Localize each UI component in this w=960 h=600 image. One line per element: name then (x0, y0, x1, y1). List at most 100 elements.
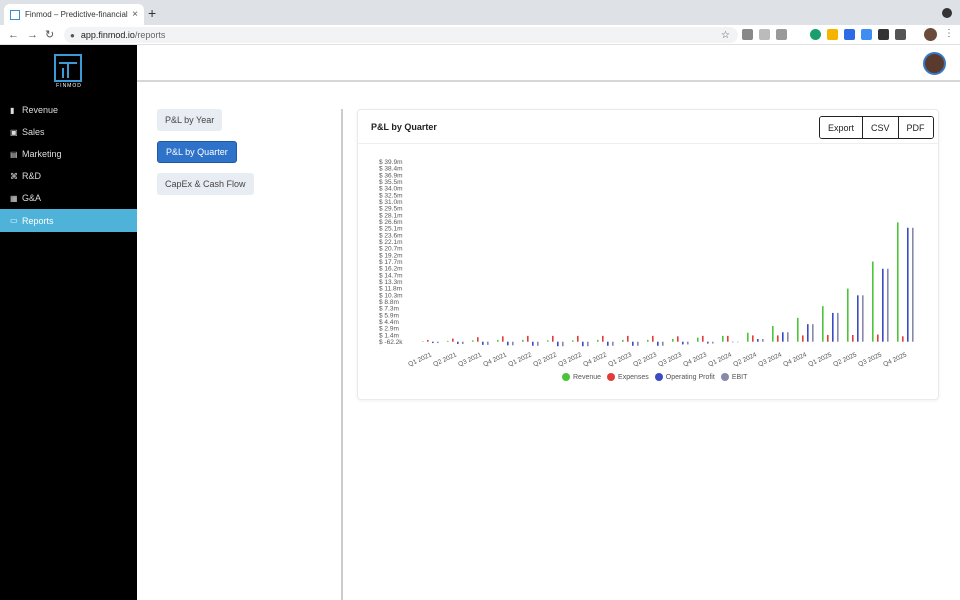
bar-operating-profit[interactable] (532, 341, 534, 346)
bar-operating-profit[interactable] (632, 341, 634, 346)
bar-ebit[interactable] (887, 268, 889, 342)
extension-icon[interactable] (742, 29, 753, 40)
bar-expenses[interactable] (702, 335, 704, 342)
bar-expenses[interactable] (752, 335, 754, 342)
extension-icon[interactable] (844, 29, 855, 40)
bar-expenses[interactable] (552, 335, 554, 342)
bar-revenue[interactable] (847, 288, 849, 342)
report-pl-by-quarter-button[interactable]: P&L by Quarter (157, 141, 237, 163)
sidebar-item-gna[interactable]: ▦ G&A (0, 187, 137, 209)
bar-expenses[interactable] (602, 335, 604, 342)
bar-operating-profit[interactable] (432, 341, 434, 344)
bar-revenue[interactable] (547, 340, 549, 342)
bar-ebit[interactable] (737, 341, 739, 343)
extension-icon[interactable] (861, 29, 872, 40)
bar-operating-profit[interactable] (907, 227, 909, 342)
bar-ebit[interactable] (587, 341, 589, 347)
bar-expenses[interactable] (852, 334, 854, 342)
bar-operating-profit[interactable] (757, 339, 759, 342)
bar-ebit[interactable] (812, 324, 814, 342)
bar-expenses[interactable] (727, 335, 729, 342)
sidebar-item-rnd[interactable]: ⌘ R&D (0, 165, 137, 187)
bar-revenue[interactable] (572, 340, 574, 342)
bar-operating-profit[interactable] (807, 324, 809, 342)
bar-expenses[interactable] (827, 334, 829, 342)
bar-ebit[interactable] (712, 341, 714, 344)
sidebar-item-sales[interactable]: ▣ Sales (0, 121, 137, 143)
bar-ebit[interactable] (687, 341, 689, 345)
user-avatar[interactable] (923, 52, 946, 75)
sidebar-item-reports[interactable]: ▭ Reports (0, 209, 137, 232)
bar-revenue[interactable] (447, 340, 449, 342)
bar-ebit[interactable] (787, 332, 789, 342)
legend-item-ebit[interactable]: EBIT (720, 373, 747, 381)
new-tab-button[interactable]: + (148, 6, 156, 20)
sidebar-item-revenue[interactable]: ▮ Revenue (0, 99, 137, 121)
bar-expenses[interactable] (477, 337, 479, 342)
grammarly-icon[interactable] (810, 29, 821, 40)
bar-ebit[interactable] (487, 341, 489, 345)
bar-operating-profit[interactable] (557, 341, 559, 347)
bar-expenses[interactable] (577, 335, 579, 342)
bar-revenue[interactable] (822, 306, 824, 342)
bar-revenue[interactable] (497, 339, 499, 342)
bar-revenue[interactable] (747, 332, 749, 342)
bar-revenue[interactable] (897, 222, 899, 342)
bar-operating-profit[interactable] (782, 332, 784, 342)
bar-revenue[interactable] (422, 341, 424, 342)
bar-ebit[interactable] (662, 341, 664, 346)
bar-ebit[interactable] (612, 341, 614, 346)
report-pl-by-year-button[interactable]: P&L by Year (157, 109, 223, 131)
bar-revenue[interactable] (522, 339, 524, 342)
bar-operating-profit[interactable] (607, 341, 609, 346)
browser-tab[interactable]: Finmod – Predictive-financial m × (4, 4, 144, 25)
bar-ebit[interactable] (512, 341, 514, 346)
bar-expenses[interactable] (427, 339, 429, 342)
bar-ebit[interactable] (762, 339, 764, 342)
bar-ebit[interactable] (537, 341, 539, 346)
bar-operating-profit[interactable] (482, 341, 484, 345)
bar-revenue[interactable] (647, 339, 649, 342)
bar-ebit[interactable] (562, 341, 564, 347)
sidebar-item-marketing[interactable]: ▤ Marketing (0, 143, 137, 165)
bar-operating-profit[interactable] (857, 295, 859, 342)
bar-expenses[interactable] (452, 338, 454, 342)
bar-operating-profit[interactable] (882, 268, 884, 342)
tab-search-icon[interactable] (942, 8, 952, 18)
bar-expenses[interactable] (627, 335, 629, 342)
bar-expenses[interactable] (677, 336, 679, 342)
bar-revenue[interactable] (597, 339, 599, 342)
bar-revenue[interactable] (472, 340, 474, 342)
bar-revenue[interactable] (697, 337, 699, 342)
bar-ebit[interactable] (437, 341, 439, 344)
extension-icon[interactable] (759, 29, 770, 40)
bar-expenses[interactable] (877, 334, 879, 342)
bar-ebit[interactable] (837, 312, 839, 342)
drive-icon[interactable] (827, 29, 838, 40)
reload-icon[interactable]: ↻ (45, 28, 54, 42)
url-input[interactable]: ● app.finmod.io/reports ☆ (64, 27, 738, 43)
bar-expenses[interactable] (527, 335, 529, 342)
extension-icon[interactable] (793, 29, 804, 40)
extension-icon[interactable] (776, 29, 787, 40)
bar-ebit[interactable] (462, 341, 464, 344)
bar-revenue[interactable] (772, 325, 774, 342)
bar-operating-profit[interactable] (457, 341, 459, 344)
legend-item-revenue[interactable]: Revenue (562, 373, 601, 381)
browser-menu-icon[interactable]: ⋮ (944, 28, 954, 39)
bar-revenue[interactable] (797, 317, 799, 342)
bar-expenses[interactable] (777, 335, 779, 342)
bar-operating-profit[interactable] (732, 341, 734, 343)
bar-operating-profit[interactable] (657, 341, 659, 346)
bar-ebit[interactable] (912, 227, 914, 342)
profile-avatar[interactable] (924, 28, 937, 41)
puzzle-icon[interactable] (895, 29, 906, 40)
bar-operating-profit[interactable] (582, 341, 584, 347)
legend-item-expenses[interactable]: Expenses (607, 373, 649, 381)
bar-operating-profit[interactable] (507, 341, 509, 346)
bar-ebit[interactable] (862, 295, 864, 342)
bar-ebit[interactable] (637, 341, 639, 346)
bar-operating-profit[interactable] (707, 341, 709, 344)
bookmark-star-icon[interactable]: ☆ (721, 30, 730, 41)
bar-operating-profit[interactable] (682, 341, 684, 345)
